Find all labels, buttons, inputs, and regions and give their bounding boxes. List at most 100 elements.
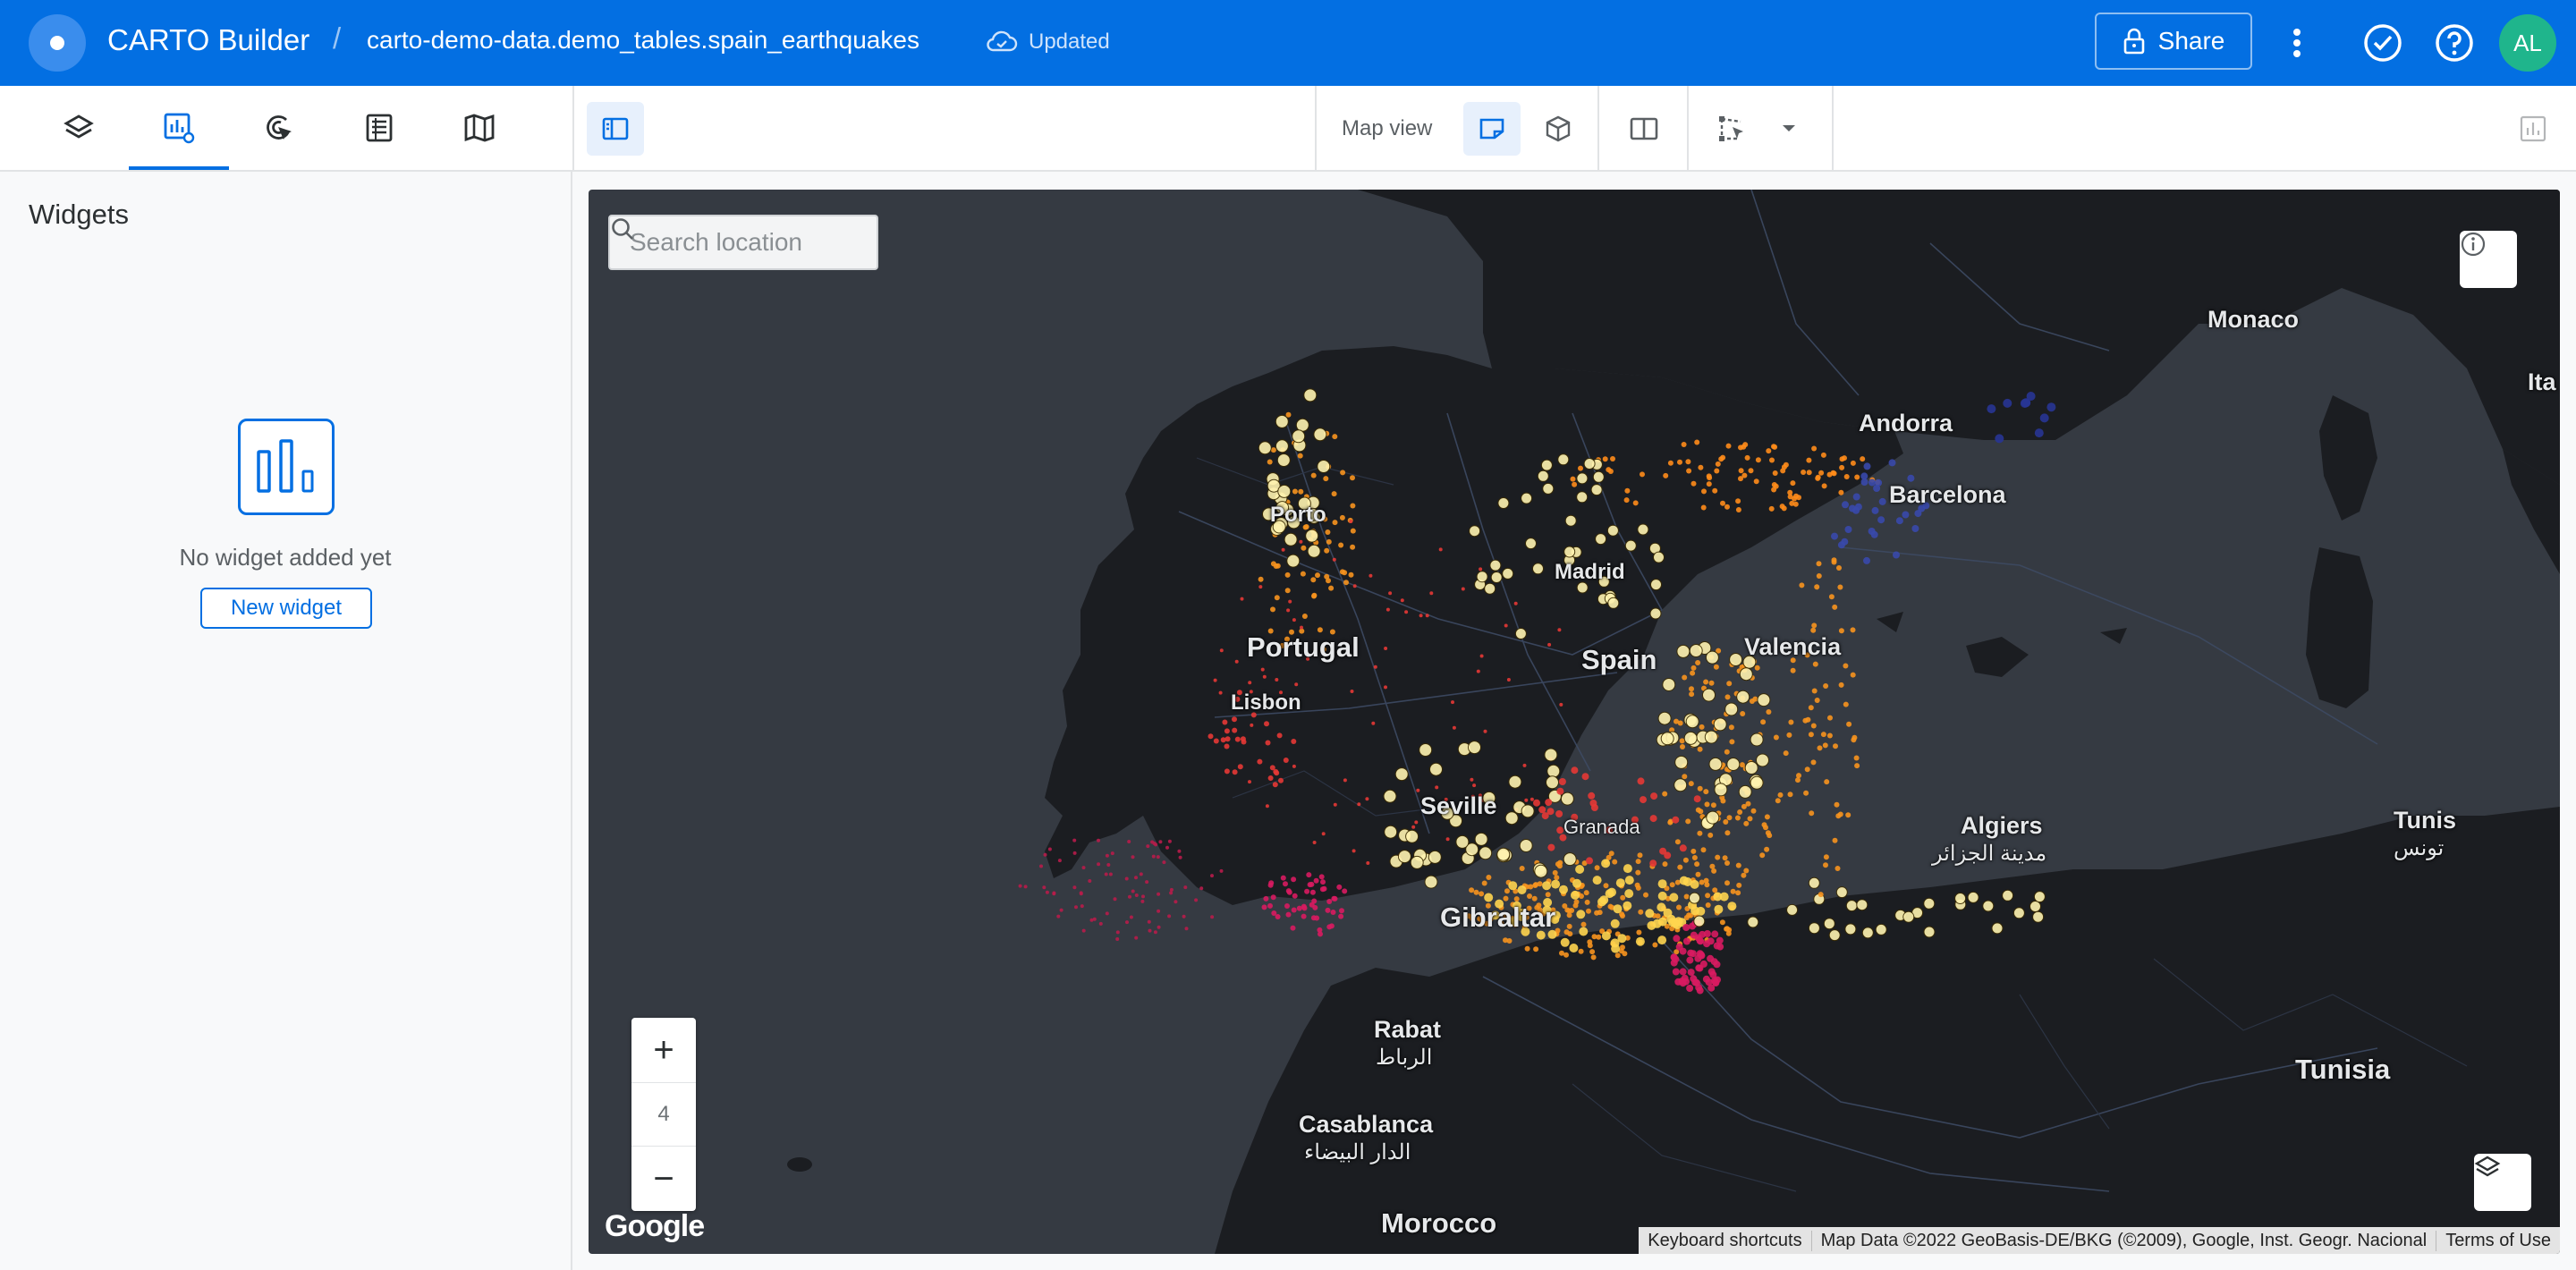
earthquake-point (1708, 757, 1723, 771)
panel-toggle-button[interactable] (587, 102, 644, 156)
help-icon[interactable] (2433, 21, 2476, 64)
earthquake-point (1724, 926, 1730, 932)
save-status: Updated (986, 30, 1110, 55)
earthquake-point (1148, 928, 1152, 933)
map-view-label: Map view (1342, 116, 1433, 140)
earthquake-point (1157, 909, 1161, 913)
map-attribution: Keyboard shortcuts Map Data ©2022 GeoBas… (1639, 1227, 2560, 1254)
earthquake-point (1607, 469, 1614, 474)
earthquake-point (1612, 859, 1618, 865)
info-button[interactable] (2460, 231, 2517, 288)
earthquake-point (1072, 838, 1077, 842)
earthquake-point (1824, 779, 1830, 785)
earthquake-point (1851, 737, 1857, 743)
earthquake-point (2003, 398, 2012, 408)
earthquake-point (1652, 919, 1662, 928)
tab-basemap[interactable] (429, 86, 530, 170)
map-canvas[interactable]: Monaco Ita Andorra Barcelona Porto Madri… (589, 190, 2560, 1254)
split-view-button[interactable] (1615, 102, 1673, 156)
earthquake-point (1508, 775, 1522, 789)
earthquake-point (1760, 719, 1767, 725)
earthquake-point (1385, 607, 1390, 612)
earthquake-point (1429, 762, 1443, 776)
earthquake-point (1182, 914, 1186, 919)
more-options-icon[interactable] (2275, 21, 2318, 64)
earthquake-point (1131, 889, 1135, 893)
terms-link[interactable]: Terms of Use (2436, 1230, 2560, 1251)
share-button[interactable]: Share (2095, 13, 2252, 70)
earthquake-point (1735, 498, 1741, 504)
earthquake-point (1081, 928, 1086, 933)
earthquake-point (1608, 851, 1614, 857)
draw-tool-button[interactable] (1703, 102, 1760, 156)
earthquake-point (1234, 736, 1241, 742)
basemap-layers-button[interactable] (2474, 1154, 2531, 1211)
earthquake-point (1724, 694, 1731, 700)
earthquake-point (1816, 573, 1822, 579)
earthquake-point (1283, 881, 1288, 887)
legend-toggle-button[interactable] (2504, 102, 2562, 156)
earthquake-point (1352, 584, 1357, 588)
map-title[interactable]: carto-demo-data.demo_tables.spain_earthq… (367, 26, 919, 55)
earthquake-point (1878, 497, 1886, 505)
carto-logo-icon[interactable] (29, 14, 86, 72)
earthquake-point (1860, 472, 1868, 480)
earthquake-point (1338, 542, 1344, 548)
earthquake-point (1686, 912, 1692, 919)
earthquake-point (1706, 810, 1720, 825)
publish-check-icon[interactable] (2361, 21, 2404, 64)
earthquake-point (1657, 902, 1666, 912)
zoom-in-button[interactable]: + (631, 1018, 696, 1082)
tab-layers[interactable] (29, 86, 129, 170)
earthquake-point (1288, 599, 1292, 604)
earthquake-point (1527, 893, 1532, 899)
earthquake-point (1320, 879, 1326, 885)
earthquake-point (1319, 886, 1326, 893)
search-location-input[interactable]: Search location (608, 215, 878, 270)
tab-sql[interactable] (329, 86, 429, 170)
earthquake-point (1504, 623, 1508, 628)
earthquake-point (1748, 468, 1754, 474)
keyboard-shortcuts-link[interactable]: Keyboard shortcuts (1639, 1231, 1810, 1251)
earthquake-point (1165, 845, 1169, 850)
earthquake-point (1301, 545, 1307, 551)
earthquake-point (1503, 895, 1509, 902)
earthquake-point (1708, 680, 1715, 686)
earthquake-point (1560, 792, 1574, 806)
earthquake-point (1806, 457, 1812, 463)
earthquake-point (1530, 797, 1534, 801)
earthquake-point (1292, 764, 1296, 768)
earthquake-point (1573, 899, 1580, 905)
earthquake-point (1564, 514, 1577, 527)
divider (1687, 86, 1689, 170)
map-label-spain: Spain (1581, 644, 1657, 675)
earthquake-point (1134, 936, 1139, 940)
earthquake-point (1545, 799, 1553, 807)
earthquake-point (1267, 902, 1273, 909)
user-avatar[interactable]: AL (2499, 14, 2556, 72)
earthquake-point (1045, 890, 1049, 894)
earthquake-point (1854, 763, 1860, 769)
zoom-out-button[interactable]: − (631, 1147, 696, 1211)
earthquake-point (1557, 453, 1570, 466)
draw-tool-dropdown[interactable] (1760, 102, 1818, 156)
earthquake-point (1838, 489, 1844, 495)
tab-widgets[interactable] (129, 86, 229, 170)
new-widget-button[interactable]: New widget (200, 588, 372, 629)
earthquake-point (1571, 890, 1580, 900)
earthquake-point (1332, 434, 1338, 440)
earthquake-point (1709, 863, 1716, 869)
earthquake-point (1787, 792, 1793, 798)
earthquake-point (1682, 924, 1690, 931)
earthquake-point (1602, 456, 1608, 462)
earthquake-point (1366, 861, 1370, 865)
tab-interactions[interactable] (229, 86, 329, 170)
earthquake-point (1414, 820, 1419, 825)
earthquake-point (1637, 777, 1645, 785)
earthquake-point (1088, 879, 1092, 883)
3d-view-button[interactable] (1530, 102, 1587, 156)
earthquake-point (1707, 832, 1714, 838)
earthquake-point (1849, 504, 1856, 512)
earthquake-point (1127, 840, 1131, 843)
2d-view-button[interactable] (1463, 102, 1521, 156)
